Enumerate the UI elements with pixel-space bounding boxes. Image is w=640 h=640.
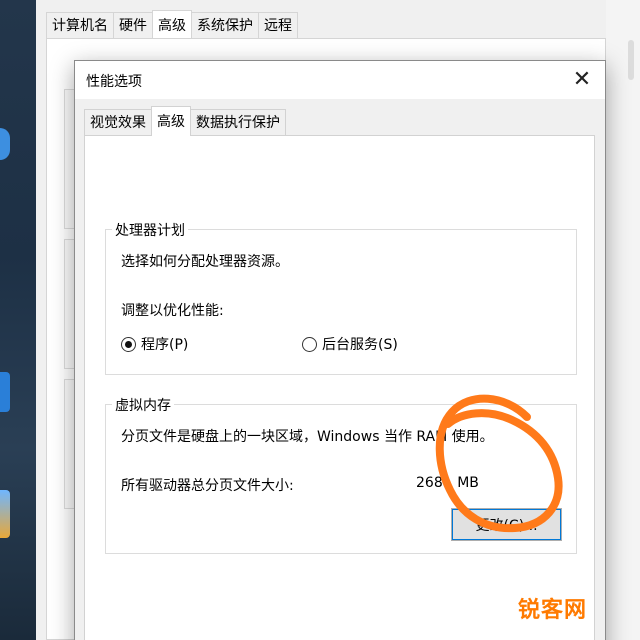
performance-options-dialog: 性能选项 ✕ 视觉效果 高级 数据执行保护 处理器计划 选择如何分配处理器资源。… (74, 60, 606, 640)
advanced-tab-panel: 处理器计划 选择如何分配处理器资源。 调整以优化性能: 程序(P) 后台服务(S… (84, 135, 595, 640)
change-button[interactable]: 更改(C)... (451, 508, 562, 541)
desktop-icon[interactable] (0, 128, 10, 160)
tab-remote[interactable]: 远程 (258, 12, 298, 39)
paging-file-description: 分页文件是硬盘上的一块区域，Windows 当作 RAM 使用。 (121, 429, 494, 445)
watermark: 锐客网 (518, 598, 588, 623)
radio-programs[interactable]: 程序(P) (121, 334, 188, 354)
total-paging-size-value: 268 MB (416, 475, 479, 491)
tab-advanced[interactable]: 高级 (152, 10, 192, 39)
processor-scheduling-legend: 处理器计划 (112, 220, 188, 240)
tab-computer-name[interactable]: 计算机名 (46, 12, 114, 39)
paging-size-unit: MB (457, 475, 479, 491)
desktop-icon[interactable] (0, 372, 10, 412)
processor-scheduling-group: 处理器计划 选择如何分配处理器资源。 调整以优化性能: 程序(P) 后台服务(S… (105, 220, 577, 375)
virtual-memory-legend: 虚拟内存 (112, 395, 174, 415)
scrollbar-thumb[interactable] (628, 40, 634, 80)
dialog-titlebar[interactable]: 性能选项 ✕ (75, 61, 605, 99)
total-paging-size-label: 所有驱动器总分页文件大小: (121, 478, 294, 494)
virtual-memory-group: 虚拟内存 分页文件是硬盘上的一块区域，Windows 当作 RAM 使用。 所有… (105, 395, 577, 554)
radio-unselected-icon[interactable] (302, 336, 317, 352)
tab-hardware[interactable]: 硬件 (113, 12, 153, 39)
tab-visual-effects[interactable]: 视觉效果 (84, 109, 152, 136)
desktop-icon[interactable] (0, 490, 10, 538)
radio-background-services[interactable]: 后台服务(S) (302, 334, 398, 354)
tab-system-protection[interactable]: 系统保护 (191, 12, 259, 39)
dialog-tabs: 视觉效果 高级 数据执行保护 (84, 106, 286, 136)
processor-description: 选择如何分配处理器资源。 (121, 254, 289, 270)
desktop-background (0, 0, 36, 640)
tab-advanced[interactable]: 高级 (151, 106, 191, 136)
background-window-edge (606, 0, 640, 640)
tab-data-execution-prevention[interactable]: 数据执行保护 (190, 109, 286, 136)
system-properties-tabs: 计算机名 硬件 高级 系统保护 远程 (46, 10, 298, 39)
dialog-title: 性能选项 (86, 74, 142, 90)
paging-size-number: 268 (416, 475, 443, 491)
close-icon[interactable]: ✕ (569, 67, 595, 93)
adjust-performance-label: 调整以优化性能: (121, 303, 224, 319)
radio-background-services-label: 后台服务(S) (322, 337, 398, 353)
radio-programs-label: 程序(P) (141, 337, 189, 353)
radio-selected-icon[interactable] (121, 336, 136, 352)
